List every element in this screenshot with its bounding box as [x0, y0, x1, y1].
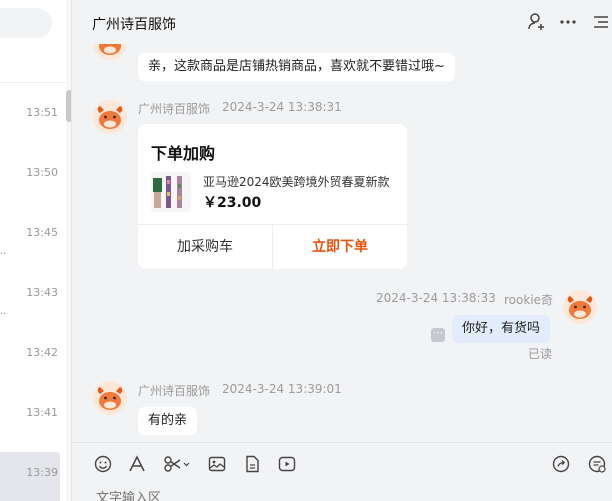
share-icon[interactable] — [551, 454, 571, 474]
message-time: 2024-3-24 13:38:33 — [376, 291, 496, 305]
message-time: 2024-3-24 13:38:31 — [222, 100, 342, 114]
order-card: 下单加购 亚马逊2024欧美跨境外贸春夏新款 ￥23.00 加采购车 立即下单 — [138, 124, 407, 269]
message-bubble[interactable]: 有的亲 — [138, 407, 198, 435]
message-options-icon[interactable]: ⋯ — [431, 328, 445, 342]
add-contact-icon[interactable] — [527, 12, 547, 32]
conversation-time: 13:51 — [26, 106, 58, 119]
video-icon[interactable] — [277, 454, 297, 474]
product-price: ￥23.00 — [203, 195, 262, 211]
read-status: 已读 — [528, 347, 553, 361]
menu-icon[interactable] — [590, 12, 610, 32]
conversation-time: 13:42 — [26, 346, 58, 359]
avatar[interactable] — [93, 381, 127, 415]
emoji-icon[interactable] — [93, 454, 113, 474]
message-sender: 广州诗百服饰 — [138, 102, 211, 116]
font-icon[interactable] — [127, 454, 147, 474]
conversation-ellipsis: .. — [0, 306, 7, 317]
product-name[interactable]: 亚马逊2024欧美跨境外贸春夏新款 — [203, 173, 399, 190]
buy-now-button[interactable]: 立即下单 — [273, 225, 407, 269]
conversation-time: 13:43 — [26, 286, 58, 299]
conversation-time: 13:39 — [26, 466, 58, 479]
avatar[interactable] — [563, 290, 597, 324]
message-input[interactable] — [96, 489, 296, 501]
add-to-cart-button[interactable]: 加采购车 — [138, 225, 272, 269]
scissors-icon[interactable] — [163, 454, 191, 474]
conversation-time: 13:45 — [26, 226, 58, 239]
conversation-time: 13:41 — [26, 406, 58, 419]
file-icon[interactable] — [242, 454, 262, 474]
message-time: 2024-3-24 13:39:01 — [222, 382, 342, 396]
input-area — [72, 442, 612, 501]
image-icon[interactable] — [207, 454, 227, 474]
message-sender: 广州诗百服饰 — [138, 384, 211, 398]
product-thumbnail[interactable] — [151, 172, 191, 212]
conversation-ellipsis: .. — [0, 246, 7, 257]
quick-reply-icon[interactable] — [587, 454, 607, 474]
chat-title: 广州诗百服饰 — [92, 17, 176, 33]
conversation-time: 13:50 — [26, 166, 58, 179]
message-bubble[interactable]: 亲，这款商品是店铺热销商品，喜欢就不要错过哦~ — [138, 53, 455, 81]
message-bubble[interactable]: 你好，有货吗 — [452, 315, 551, 343]
conversation-search-input[interactable] — [0, 8, 52, 38]
order-card-title: 下单加购 — [151, 144, 216, 163]
divider — [0, 82, 71, 83]
avatar[interactable] — [93, 44, 127, 60]
chat-header: 广州诗百服饰 — [72, 0, 612, 44]
avatar[interactable] — [93, 100, 127, 134]
conversation-list: 13:51 13:50 13:45 .. 13:43 .. 13:42 13:4… — [0, 0, 72, 501]
message-list[interactable]: 亲，这款商品是店铺热销商品，喜欢就不要错过哦~ 广州诗百服饰 2024-3-24… — [72, 44, 612, 442]
message-sender: rookie奇 — [504, 293, 554, 307]
more-icon[interactable] — [558, 12, 578, 32]
